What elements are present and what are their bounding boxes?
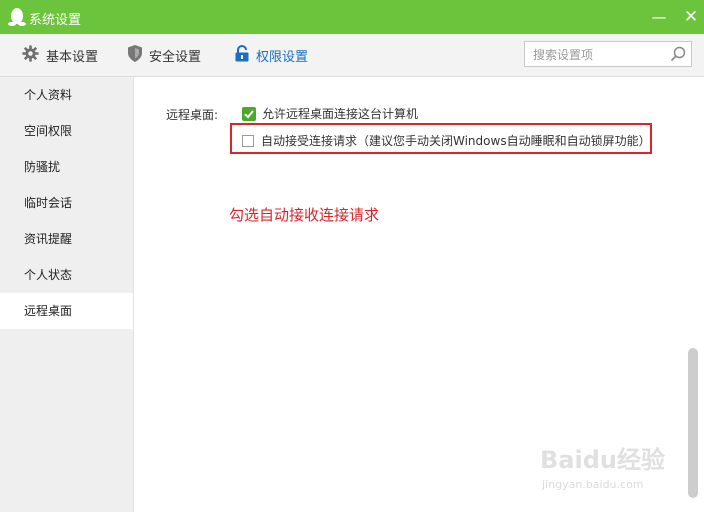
tab-permission-settings-label: 权限设置 (256, 49, 309, 65)
settings-search-box[interactable] (524, 41, 692, 67)
sidebar-item-news-alert[interactable]: 资讯提醒 (0, 221, 133, 257)
sidebar-item-remote-desktop[interactable]: 远程桌面 (0, 293, 133, 329)
settings-toolbar: 基本设置 安全设置 权限设置 (0, 34, 704, 77)
settings-sidebar: 个人资料 空间权限 防骚扰 临时会话 资讯提醒 个人状态 远程桌面 (0, 77, 134, 512)
auto-accept-option[interactable]: 自动接受连接请求（建议您手动关闭Windows自动睡眠和自动锁屏功能） (242, 132, 651, 149)
search-icon[interactable] (670, 46, 686, 65)
remote-desktop-label: 远程桌面: (166, 108, 219, 122)
sidebar-item-personal-status[interactable]: 个人状态 (0, 257, 133, 293)
auto-accept-checkbox[interactable] (242, 134, 254, 147)
baidu-watermark: Baidu经验 jingyan.baidu.com (540, 436, 680, 496)
sidebar-item-temp-session[interactable]: 临时会话 (0, 185, 133, 221)
tab-security-settings[interactable]: 安全设置 (128, 34, 201, 76)
tab-basic-settings[interactable]: 基本设置 (22, 34, 98, 76)
watermark-url: jingyan.baidu.com (542, 478, 644, 491)
minimize-button[interactable]: — (648, 6, 670, 28)
tab-permission-settings[interactable]: 权限设置 (235, 34, 308, 76)
sidebar-item-anti-harassment[interactable]: 防骚扰 (0, 149, 133, 185)
close-button[interactable]: ✕ (680, 6, 702, 28)
shield-icon (128, 44, 149, 66)
settings-window: 系统设置 — ✕ 基本设置 安全设置 权限设置 搜索设置项 个人资料 空间权限 … (0, 0, 704, 512)
sidebar-item-profile[interactable]: 个人资料 (0, 77, 133, 113)
sidebar-item-space-permission[interactable]: 空间权限 (0, 113, 133, 149)
search-input[interactable] (531, 45, 673, 65)
tab-security-settings-label: 安全设置 (149, 49, 202, 65)
tab-basic-settings-label: 基本设置 (46, 49, 99, 65)
title-bar[interactable]: 系统设置 — ✕ (0, 0, 704, 34)
auto-accept-label: 自动接受连接请求（建议您手动关闭Windows自动睡眠和自动锁屏功能） (261, 134, 651, 148)
allow-remote-desktop-option[interactable]: 允许远程桌面连接这台计算机 (242, 105, 418, 122)
qq-penguin-icon (8, 7, 26, 27)
allow-remote-desktop-label: 允许远程桌面连接这台计算机 (262, 107, 419, 121)
instruction-annotation: 勾选自动接收连接请求 (229, 206, 380, 224)
gear-icon (22, 44, 46, 66)
lock-icon (235, 44, 256, 66)
window-title: 系统设置 (29, 13, 82, 28)
allow-remote-desktop-checkbox[interactable] (242, 106, 256, 121)
watermark-logo-text: Baidu经验 (540, 446, 665, 474)
vertical-scrollbar[interactable] (688, 348, 698, 498)
